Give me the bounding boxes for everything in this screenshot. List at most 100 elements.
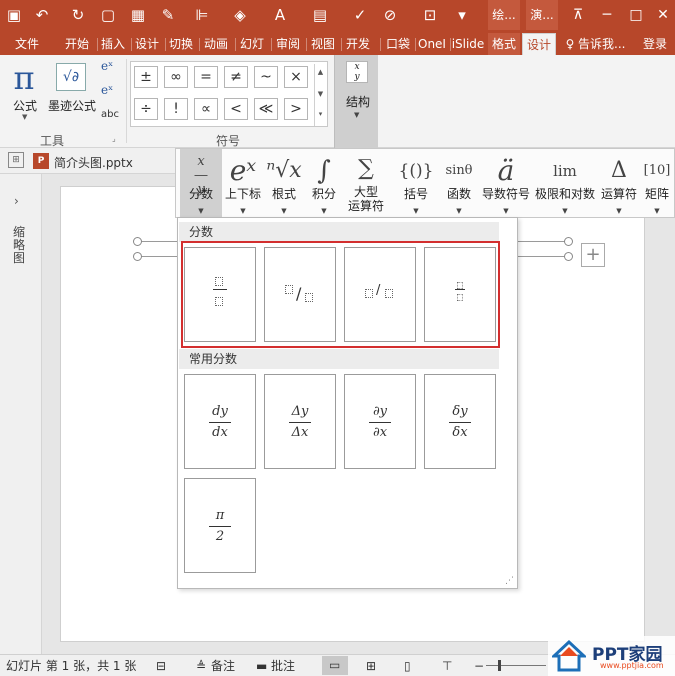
expand-pane-icon[interactable]: ›: [14, 194, 19, 208]
structure-limit-log[interactable]: lim 极限和对数 ▼: [532, 149, 598, 217]
linear-format-icon[interactable]: eˣ: [101, 83, 113, 97]
zoom-slider-track[interactable]: [486, 665, 546, 666]
symbol-plus-minus[interactable]: ±: [134, 66, 158, 88]
tab-slideshow[interactable]: 幻灯: [236, 33, 268, 55]
ink-formula-icon[interactable]: √∂: [56, 63, 86, 91]
tab-animations[interactable]: 动画: [200, 33, 232, 55]
symbol-tilde[interactable]: ~: [254, 66, 278, 88]
slide-sorter-icon[interactable]: ⊞: [366, 658, 376, 674]
tab-pocket[interactable]: 口袋: [382, 33, 414, 55]
tab-file[interactable]: 文件: [8, 33, 46, 55]
login-link[interactable]: 登录: [640, 33, 670, 55]
fraction-small-delta-y-delta-x[interactable]: δy δx: [424, 374, 496, 469]
tab-developer[interactable]: 开发: [342, 33, 374, 55]
structure-radical[interactable]: ⁿ√x 根式 ▼: [264, 149, 304, 217]
scroll-up-icon[interactable]: ▲: [315, 68, 326, 76]
formula-button[interactable]: 公式: [8, 97, 42, 114]
thumbnail-toggle-icon[interactable]: ⊞: [8, 152, 24, 168]
context-tab-presentation[interactable]: 演...: [526, 0, 558, 30]
resize-handle[interactable]: [133, 252, 142, 261]
symbol-times[interactable]: ×: [284, 66, 308, 88]
symbol-less-than[interactable]: <: [224, 98, 248, 120]
fraction-small[interactable]: [424, 247, 496, 342]
fraction-skewed[interactable]: /: [264, 247, 336, 342]
symbol-greater-than[interactable]: >: [284, 98, 308, 120]
gallery-more-icon[interactable]: ▾: [315, 110, 326, 118]
symbol-divide[interactable]: ÷: [134, 98, 158, 120]
font-color-icon[interactable]: A: [268, 0, 292, 30]
resize-handle[interactable]: [564, 237, 573, 246]
slideshow-icon[interactable]: ⊤: [442, 658, 452, 674]
maximize-icon[interactable]: □: [621, 0, 651, 30]
crop-icon[interactable]: ⊡: [418, 0, 442, 30]
zoom-out-icon[interactable]: −: [474, 658, 484, 674]
structure-accent[interactable]: ä 导数符号 ▼: [480, 149, 532, 217]
more-icon[interactable]: ▾: [450, 0, 474, 30]
fraction-pi-over-2[interactable]: π 2: [184, 478, 256, 573]
tab-home[interactable]: 开始: [60, 33, 94, 55]
align-icon[interactable]: ⊫: [190, 0, 214, 30]
comments-button[interactable]: 批注: [271, 658, 295, 674]
normal-view-button[interactable]: ▭: [322, 656, 348, 675]
structure-integral[interactable]: ∫ 积分 ▼: [304, 149, 344, 217]
structure-function[interactable]: sinθ 函数 ▼: [438, 149, 480, 217]
structure-operator[interactable]: Δ 运算符 ▼: [598, 149, 640, 217]
structure-button[interactable]: xy 结构 ▼: [334, 55, 378, 148]
symbol-infinity[interactable]: ∞: [164, 66, 188, 88]
new-file-icon[interactable]: ▢: [96, 0, 120, 30]
normal-text-button[interactable]: abc: [101, 109, 119, 120]
clipboard-icon[interactable]: ▤: [308, 0, 332, 30]
resize-handle[interactable]: [133, 237, 142, 246]
fraction-delta-y-delta-x[interactable]: Δy Δx: [264, 374, 336, 469]
tab-transitions[interactable]: 切换: [166, 33, 196, 55]
spellcheck-icon[interactable]: ⊟: [156, 658, 166, 674]
tab-review[interactable]: 审阅: [272, 33, 304, 55]
pi-icon[interactable]: π: [8, 61, 40, 95]
reading-view-icon[interactable]: ▯: [404, 658, 411, 674]
add-layout-icon[interactable]: +: [581, 243, 605, 267]
tab-islide[interactable]: iSlide: [451, 33, 485, 55]
structure-large-operator[interactable]: ∑ 大型 运算符: [344, 149, 388, 217]
symbol-factorial[interactable]: !: [164, 98, 188, 120]
tab-format[interactable]: 格式: [488, 33, 520, 55]
fraction-linear[interactable]: /: [344, 247, 416, 342]
undo-icon[interactable]: ↶: [30, 0, 54, 30]
redo-icon[interactable]: ↻: [66, 0, 90, 30]
notes-icon[interactable]: ≜: [196, 658, 206, 674]
structure-script[interactable]: eˣ 上下标 ▼: [222, 149, 264, 217]
tell-me-search[interactable]: 告诉我...: [578, 33, 632, 55]
fraction-partial-y-partial-x[interactable]: ∂y ∂x: [344, 374, 416, 469]
structure-fraction[interactable]: x ― y 分数 ▼: [180, 149, 222, 217]
minimize-icon[interactable]: ─: [592, 0, 622, 30]
zoom-slider-thumb[interactable]: [498, 660, 501, 671]
context-tab-drawing[interactable]: 绘...: [488, 0, 520, 30]
scroll-down-icon[interactable]: ▼: [315, 90, 326, 98]
dialog-launcher-icon[interactable]: ⌟: [112, 134, 116, 143]
comments-icon[interactable]: ▬: [256, 658, 267, 674]
grid-icon[interactable]: ▦: [126, 0, 150, 30]
symbol-much-less[interactable]: ≪: [254, 98, 278, 120]
fraction-dy-dx[interactable]: dy dx: [184, 374, 256, 469]
fraction-stacked[interactable]: [184, 247, 256, 342]
ribbon-options-icon[interactable]: ⊼: [563, 0, 593, 30]
eyedropper-icon[interactable]: ✎: [156, 0, 180, 30]
professional-format-icon[interactable]: eˣ: [101, 59, 113, 73]
document-tab[interactable]: 简介头图.pptx: [54, 154, 133, 171]
resize-grip-icon[interactable]: ⋰: [505, 576, 514, 586]
symbol-proportional[interactable]: ∝: [194, 98, 218, 120]
tab-design[interactable]: 设计: [132, 33, 162, 55]
gallery-scrollbar[interactable]: ▲ ▼ ▾: [314, 64, 326, 126]
tab-view[interactable]: 视图: [307, 33, 339, 55]
resize-handle[interactable]: [564, 252, 573, 261]
tab-onekey[interactable]: OneI: [416, 33, 448, 55]
tab-insert[interactable]: 插入: [98, 33, 128, 55]
thumbnail-pane-label[interactable]: 缩略图: [13, 226, 27, 265]
structure-bracket[interactable]: {()} 括号 ▼: [394, 149, 438, 217]
close-icon[interactable]: ✕: [648, 0, 675, 30]
save-icon[interactable]: ▣: [2, 0, 26, 30]
ink-formula-button[interactable]: 墨迹公式: [46, 97, 98, 114]
symbol-not-equal[interactable]: ≠: [224, 66, 248, 88]
symbol-equals[interactable]: =: [194, 66, 218, 88]
tab-equation-design[interactable]: 设计: [522, 33, 556, 55]
notes-button[interactable]: 备注: [211, 658, 235, 674]
